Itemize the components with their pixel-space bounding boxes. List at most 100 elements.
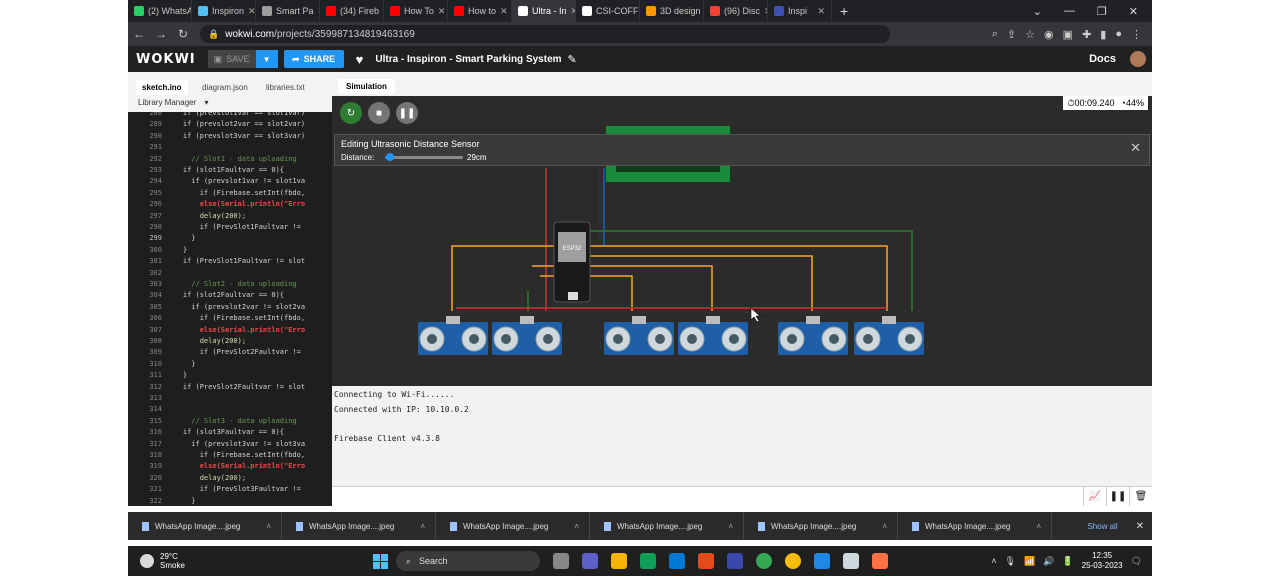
tab-close-icon[interactable]: ✕ bbox=[248, 6, 255, 17]
ultrasonic-sensor[interactable] bbox=[854, 316, 924, 355]
browser-tab[interactable]: 3D design✕ bbox=[640, 0, 704, 22]
distance-slider-handle[interactable] bbox=[386, 153, 395, 161]
volume-icon[interactable]: 🔊 bbox=[1043, 556, 1054, 567]
code-line[interactable]: 307 else(Serial.println("Erro bbox=[128, 325, 332, 336]
browser-tab[interactable]: (96) Disc✕ bbox=[704, 0, 768, 22]
code-line[interactable]: 316 if (slot3Faultvar == 0){ bbox=[128, 427, 332, 438]
download-item[interactable]: WhatsApp Image....jpeg ˄ bbox=[898, 512, 1052, 540]
weather-widget[interactable]: 29°C Smoke bbox=[140, 552, 185, 570]
show-all-link[interactable]: Show all bbox=[1087, 522, 1117, 531]
browser-tab[interactable]: Inspiron ✕ bbox=[192, 0, 256, 22]
app-orange-icon[interactable] bbox=[871, 553, 888, 569]
teams-icon[interactable] bbox=[581, 553, 598, 569]
code-line[interactable]: 296 else(Serial.println("Erro bbox=[128, 199, 332, 210]
code-line[interactable]: 302 bbox=[128, 268, 332, 279]
code-line[interactable]: 294 if (prevslot1var != slot1va bbox=[128, 176, 332, 187]
back-icon[interactable]: ← bbox=[128, 27, 150, 41]
browser-tab[interactable]: Inspi ✕ bbox=[768, 0, 832, 22]
wokwi-logo[interactable]: WOKWI bbox=[136, 52, 196, 67]
code-line[interactable]: 317 if (prevslot3var != slot3va bbox=[128, 439, 332, 450]
simulation-canvas[interactable]: ESP32 ↻ ■ ❚❚ ⏱00:09.240 ◔44% Editing Ult… bbox=[332, 96, 1152, 386]
code-line[interactable]: 312 if (PrevSlot2Faultvar != slot bbox=[128, 382, 332, 393]
close-icon[interactable]: ✕ bbox=[1136, 521, 1144, 532]
chevron-up-icon[interactable]: ˄ bbox=[882, 522, 887, 531]
chevron-up-icon[interactable]: ˄ bbox=[574, 522, 579, 531]
chevron-up-icon[interactable]: ˄ bbox=[991, 556, 996, 566]
docs-link[interactable]: Docs bbox=[1089, 53, 1116, 65]
share-button[interactable]: ➦ SHARE bbox=[283, 50, 344, 68]
minimize-icon[interactable]: — bbox=[1064, 5, 1075, 18]
code-line[interactable]: 311 } bbox=[128, 370, 332, 381]
download-item[interactable]: WhatsApp Image....jpeg ˄ bbox=[436, 512, 590, 540]
battery-icon[interactable]: 🔋 bbox=[1062, 556, 1073, 567]
tab-close-icon[interactable]: ✕ bbox=[438, 6, 446, 17]
ultrasonic-sensor[interactable] bbox=[604, 316, 674, 355]
url-input[interactable]: 🔒 wokwi.com/projects/359987134819463169 bbox=[200, 25, 890, 43]
chevron-up-icon[interactable]: ˄ bbox=[728, 522, 733, 531]
code-line[interactable]: 313 bbox=[128, 393, 332, 404]
puzzle-icon[interactable]: ✚ bbox=[1082, 28, 1091, 41]
profile-icon[interactable]: ● bbox=[1115, 28, 1122, 41]
mic-icon[interactable]: 🎙 bbox=[1005, 556, 1016, 567]
ultrasonic-sensor[interactable] bbox=[418, 316, 488, 355]
download-item[interactable]: WhatsApp Image....jpeg ˄ bbox=[590, 512, 744, 540]
code-line[interactable]: 301 if (PrevSlot1Faultvar != slot bbox=[128, 256, 332, 267]
bookmark-star-icon[interactable]: ☆ bbox=[1025, 28, 1035, 41]
code-line[interactable]: 295 if (Firebase.setInt(fbdo, bbox=[128, 188, 332, 199]
code-line[interactable]: 318 if (Firebase.setInt(fbdo, bbox=[128, 450, 332, 461]
code-line[interactable]: 314 bbox=[128, 404, 332, 415]
clock[interactable]: 12:35 25-03-2023 bbox=[1082, 551, 1123, 571]
code-line[interactable]: 290 if (prevslot3var == slot3var) bbox=[128, 131, 332, 142]
code-line[interactable]: 322 } bbox=[128, 496, 332, 506]
code-line[interactable]: 303 // Slot2 - data uploading bbox=[128, 279, 332, 290]
browser-tab[interactable]: Smart Pa✕ bbox=[256, 0, 320, 22]
reload-icon[interactable]: ↻ bbox=[172, 27, 194, 41]
code-line[interactable]: 308 delay(200); bbox=[128, 336, 332, 347]
menu-icon[interactable]: ⋮ bbox=[1131, 28, 1142, 41]
chevron-up-icon[interactable]: ˄ bbox=[266, 522, 271, 531]
edit-title-icon[interactable]: ✎ bbox=[568, 53, 577, 66]
download-item[interactable]: WhatsApp Image....jpeg ˄ bbox=[128, 512, 282, 540]
close-icon[interactable]: ✕ bbox=[1130, 140, 1141, 156]
ultrasonic-sensor[interactable] bbox=[778, 316, 848, 355]
tab-close-icon[interactable]: ✕ bbox=[817, 6, 825, 17]
camera-icon[interactable]: ▣ bbox=[1063, 28, 1073, 41]
trash-icon[interactable]: 🗑 bbox=[1129, 487, 1152, 506]
save-dropdown-icon[interactable]: ▼ bbox=[255, 50, 278, 68]
code-line[interactable]: 309 if (PrevSlot2Faultvar != bbox=[128, 347, 332, 358]
code-line[interactable]: 320 delay(200); bbox=[128, 473, 332, 484]
code-line[interactable]: 304 if (slot2Faultvar == 0){ bbox=[128, 290, 332, 301]
task-view-icon[interactable] bbox=[552, 553, 569, 569]
notification-icon[interactable]: 🗨 bbox=[1131, 556, 1142, 567]
maximize-icon[interactable]: ❐ bbox=[1097, 5, 1107, 18]
avatar[interactable] bbox=[1130, 51, 1146, 67]
code-line[interactable]: 321 if (PrevSlot3Faultvar != bbox=[128, 484, 332, 495]
code-line[interactable]: 315 // Slot3 - data uploading bbox=[128, 416, 332, 427]
chrome-icon[interactable] bbox=[755, 553, 772, 569]
serial-input[interactable]: 📈 ❚❚ 🗑 bbox=[332, 486, 1152, 507]
tab-simulation[interactable]: Simulation bbox=[338, 79, 395, 94]
save-button[interactable]: ▣ SAVE ▼ bbox=[207, 50, 278, 68]
browser-tab[interactable]: (34) Fireb✕ bbox=[320, 0, 384, 22]
code-line[interactable]: 288 if (prevslot1var == slot1var) bbox=[128, 112, 332, 119]
distance-slider[interactable] bbox=[385, 153, 463, 161]
chevron-up-icon[interactable]: ˄ bbox=[1036, 522, 1041, 531]
code-line[interactable]: 300 } bbox=[128, 245, 332, 256]
mail-icon[interactable] bbox=[668, 553, 685, 569]
library-manager-tab[interactable]: Library Manager ▾ bbox=[138, 98, 209, 107]
code-line[interactable]: 293 if (slot1Faultvar == 0){ bbox=[128, 165, 332, 176]
forward-icon[interactable]: → bbox=[150, 27, 172, 41]
browser-tab[interactable]: (2) WhatsA✕ bbox=[128, 0, 192, 22]
sidebar-icon[interactable]: ▮ bbox=[1100, 28, 1106, 41]
code-line[interactable]: 310 } bbox=[128, 359, 332, 370]
download-item[interactable]: WhatsApp Image....jpeg ˄ bbox=[282, 512, 436, 540]
browser-tab[interactable]: How To ✕ bbox=[384, 0, 448, 22]
close-window-icon[interactable]: ✕ bbox=[1129, 5, 1138, 18]
browser-tab[interactable]: CSI-COFF✕ bbox=[576, 0, 640, 22]
plotter-icon[interactable]: 📈 bbox=[1083, 487, 1106, 506]
share-page-icon[interactable]: ⇪ bbox=[1007, 28, 1016, 41]
chrome-profile-icon[interactable] bbox=[784, 553, 801, 569]
start-icon[interactable] bbox=[372, 553, 388, 569]
pause-serial-icon[interactable]: ❚❚ bbox=[1106, 487, 1129, 506]
stop-button[interactable]: ■ bbox=[368, 102, 390, 124]
